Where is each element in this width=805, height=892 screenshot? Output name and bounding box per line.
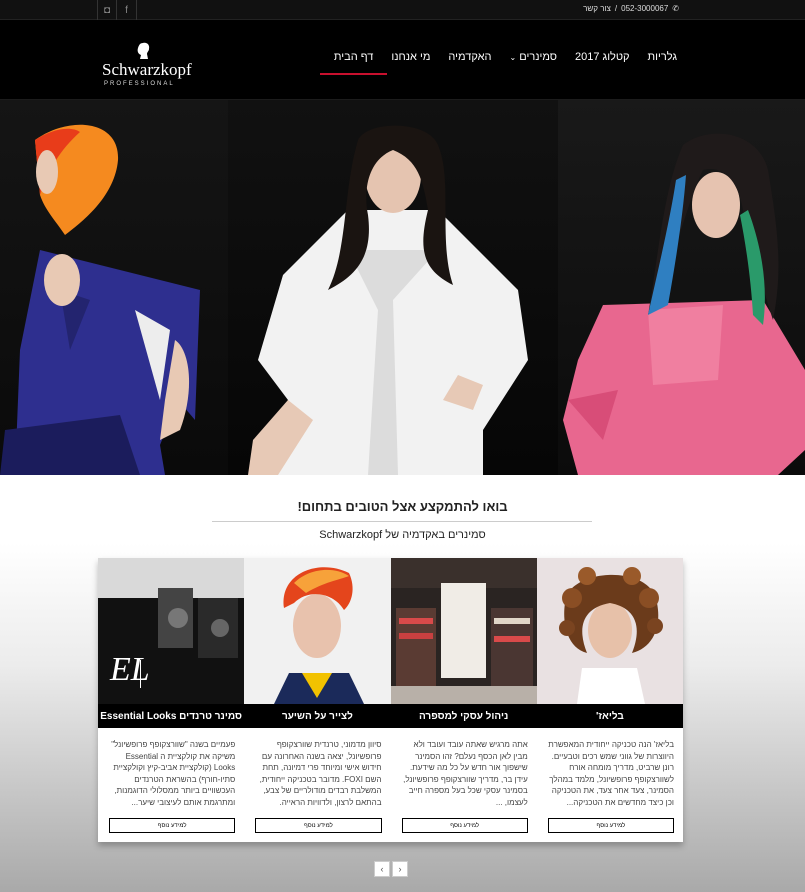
nav-about[interactable]: מי אנחנו [391, 51, 430, 63]
chevron-right-icon[interactable]: › [392, 861, 408, 877]
hero-model-pink [558, 100, 805, 475]
card-description: בליאז' הנה טכניקה ייחודית המאפשרת היווצר… [548, 740, 674, 807]
seminar-cards: בליאז' בליאז' הנה טכניקה ייחודית המאפשרת… [98, 558, 683, 842]
card-description: סיוון מדמוני, טרנדית שוורצקופף פרופשיונל… [259, 740, 382, 807]
logo-brand: Schwarzkopf [102, 60, 192, 79]
separator: / [614, 4, 618, 13]
facebook-icon[interactable]: f [117, 0, 137, 20]
seminar-card-business[interactable]: ניהול עסקי למספרה אתה מרגיש שאתה עובד וע… [390, 558, 537, 842]
logo-sub: PROFESSIONAL [104, 81, 175, 87]
phone-icon: ✆ [672, 4, 679, 13]
phone-number[interactable]: 052-3000067 [621, 4, 668, 13]
contact-link[interactable]: צור קשר [583, 4, 611, 13]
social-links: ◘ f [97, 0, 137, 20]
card-description: פעמיים בשנה "שוורצקופף פרופשיונל" משיקה … [111, 740, 236, 807]
main-nav: דף הבית מי אנחנו האקדמיה סמינרים ⌄ קטלוג … [319, 51, 677, 75]
more-info-button[interactable]: למידע נוסף [109, 818, 236, 833]
card-title: סמינר טרנדים Essential Looks [98, 704, 245, 728]
nav-seminars-label: סמינרים [519, 51, 557, 63]
chevron-down-icon: ⌄ [509, 52, 517, 62]
carousel-pager: ‹ › [374, 861, 408, 877]
card-title: לצייר על השיער [244, 704, 391, 728]
site-header: Schwarzkopf PROFESSIONAL דף הבית מי אנחנ… [0, 20, 805, 100]
nav-catalog[interactable]: קטלוג 2017 [575, 51, 630, 63]
logo-head-icon [137, 42, 150, 59]
intro-heading: בואו להתמקצע אצל הטובים בתחום! [297, 499, 508, 514]
more-info-button[interactable]: למידע נוסף [255, 818, 382, 833]
more-info-button[interactable]: למידע נוסף [401, 818, 528, 833]
intro-divider [212, 521, 592, 522]
contact-info: צור קשר / 052-3000067 ✆ [583, 4, 679, 13]
more-info-button[interactable]: למידע נוסף [547, 818, 674, 833]
instagram-icon[interactable]: ◘ [97, 0, 117, 20]
hero-model-orange [0, 100, 228, 475]
intro-section: בואו להתמקצע אצל הטובים בתחום! סמינרים ב… [0, 475, 805, 543]
top-bar: ◘ f צור קשר / 052-3000067 ✆ [0, 0, 805, 20]
nav-galleries[interactable]: גלריות [648, 51, 677, 63]
nav-seminars[interactable]: סמינרים ⌄ [510, 51, 557, 63]
card-image-balayage [536, 558, 683, 704]
nav-academy[interactable]: האקדמיה [448, 51, 491, 63]
seminar-card-trends[interactable]: EL סמינר טרנדים Essential Looks פעמיים ב… [98, 558, 245, 842]
chevron-left-icon[interactable]: ‹ [374, 861, 390, 877]
card-title: בליאז' [536, 704, 683, 728]
seminar-card-paint[interactable]: לצייר על השיער סיוון מדמוני, טרנדית שוור… [244, 558, 391, 842]
nav-home[interactable]: דף הבית [319, 51, 389, 75]
seminar-card-balayage[interactable]: בליאז' בליאז' הנה טכניקה ייחודית המאפשרת… [536, 558, 683, 842]
card-image-redhead [244, 558, 391, 704]
intro-subheading: סמינרים באקדמיה של Schwarzkopf [319, 529, 486, 541]
card-image-salon [390, 558, 537, 704]
card-image-essential-looks: EL [98, 558, 245, 704]
hero-model-white [228, 100, 558, 475]
schwarzkopf-logo[interactable]: Schwarzkopf PROFESSIONAL [102, 42, 192, 90]
card-description: אתה מרגיש שאתה עובד ועובד ולא מבין לאן ה… [403, 740, 528, 807]
hero-banner [0, 100, 805, 475]
svg-text:EL: EL [109, 651, 150, 688]
card-title: ניהול עסקי למספרה [390, 704, 537, 728]
